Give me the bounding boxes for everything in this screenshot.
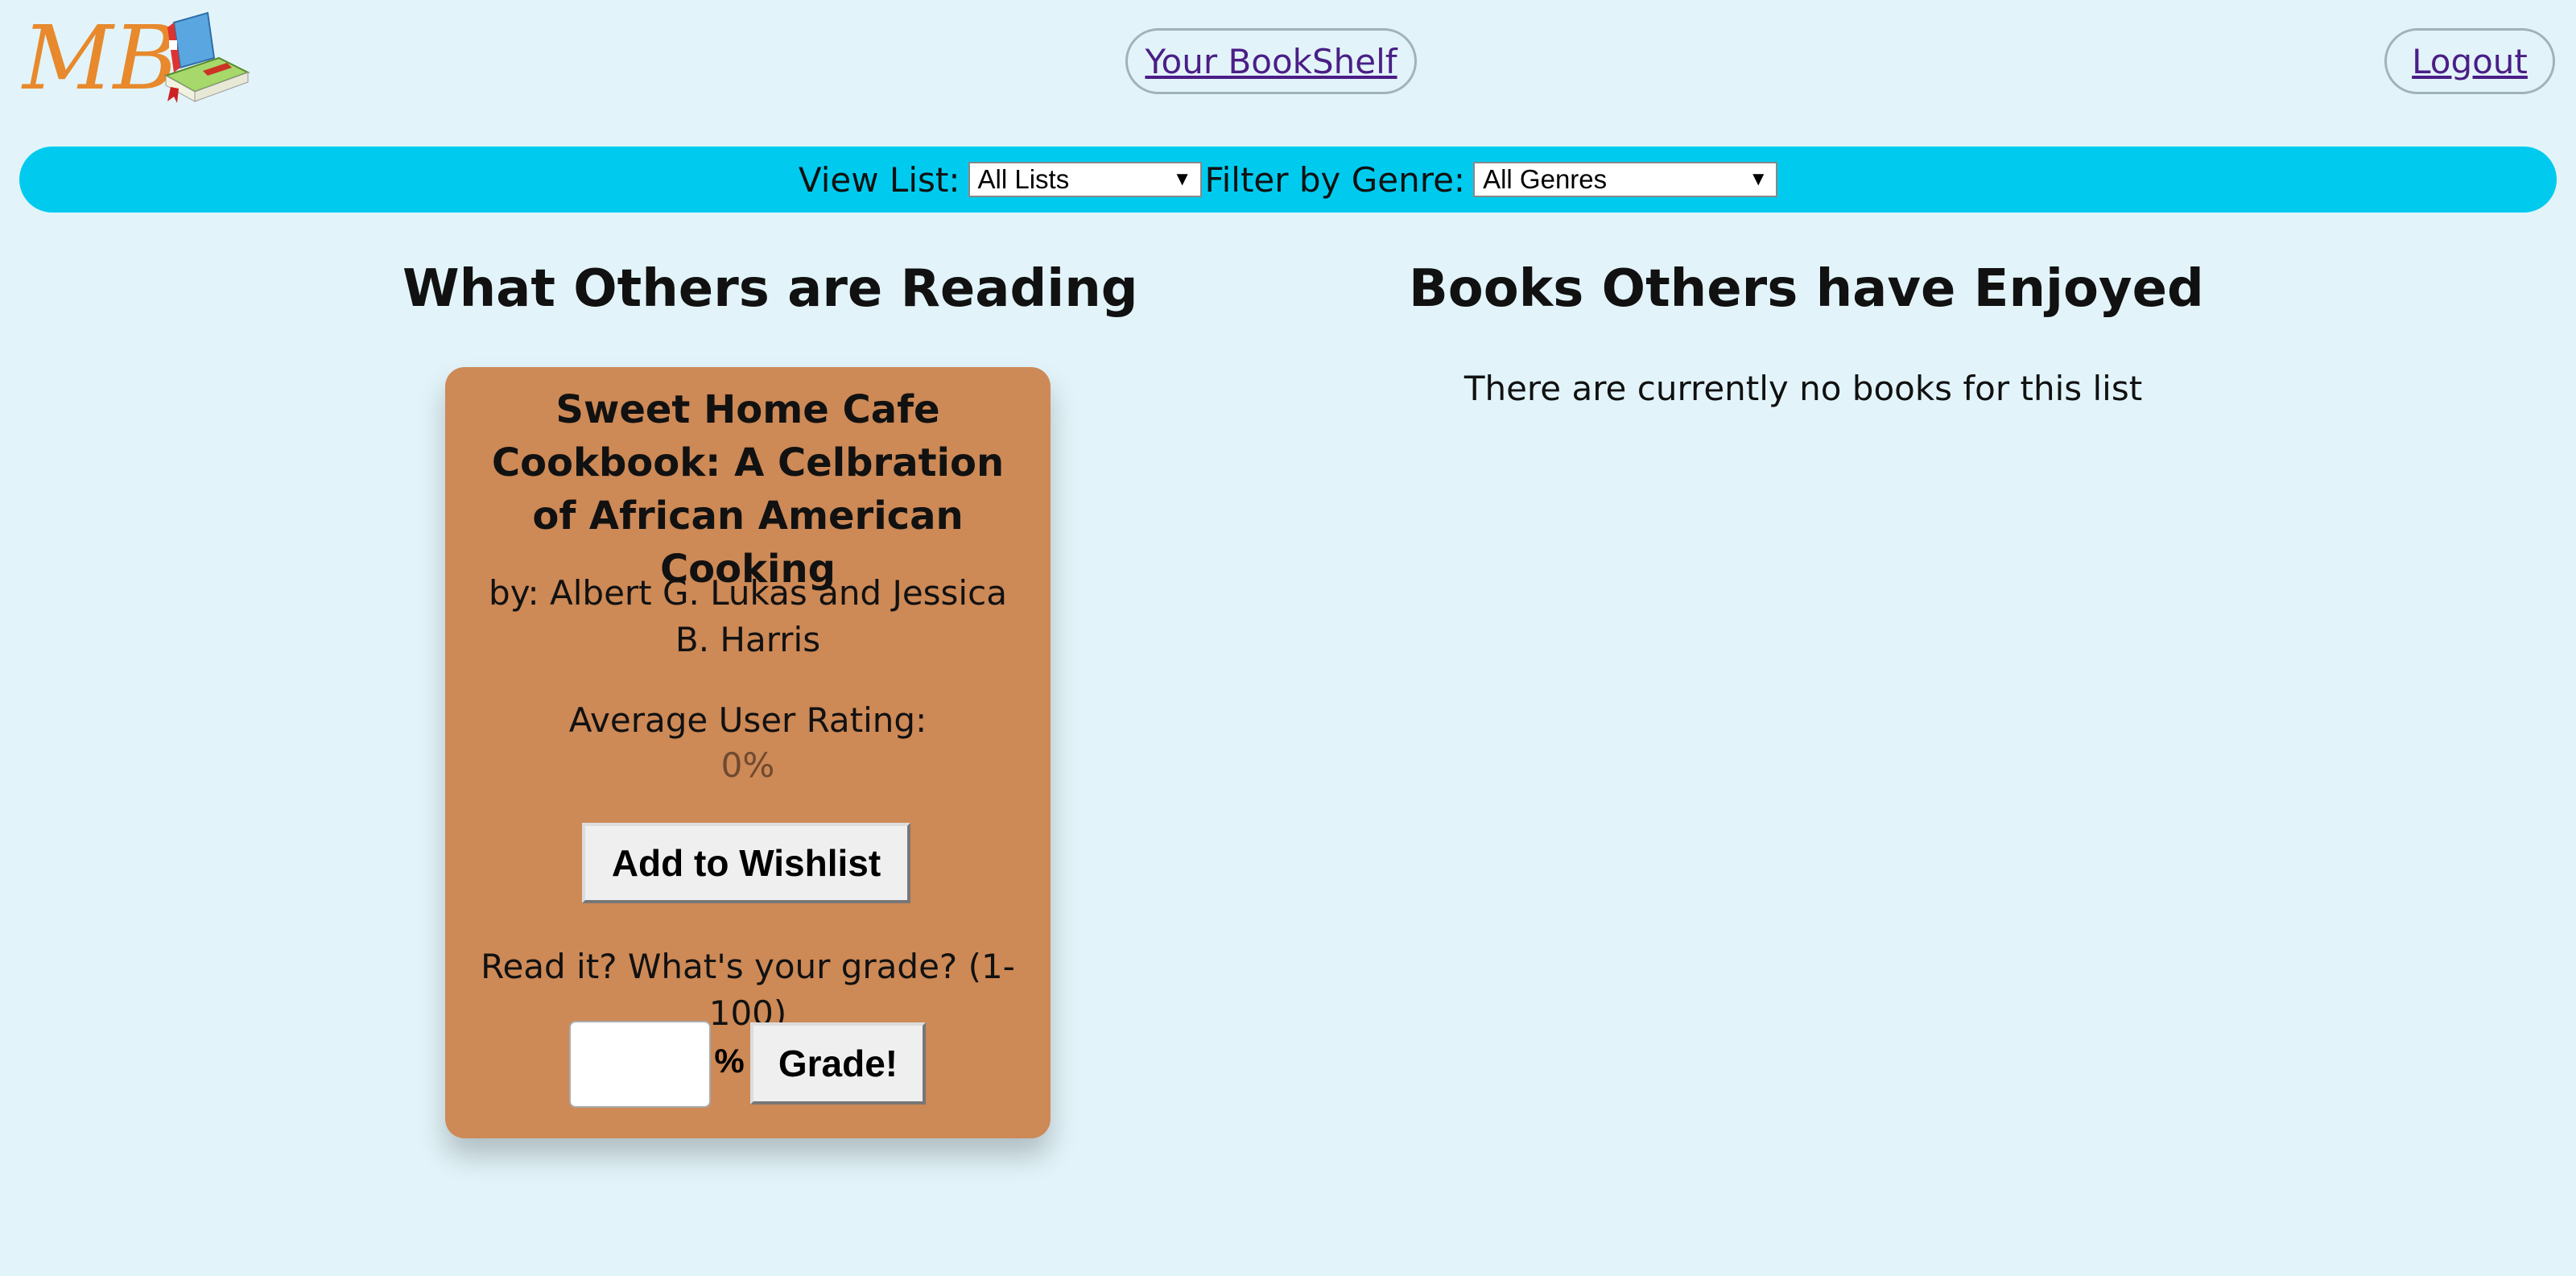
enjoyed-empty-message: There are currently no books for this li…	[1463, 369, 2143, 408]
add-to-wishlist-button[interactable]: Add to Wishlist	[582, 823, 910, 903]
genre-filter-select[interactable]: All Genres ▼	[1473, 162, 1778, 197]
view-list-label: View List:	[798, 159, 960, 200]
average-rating-value: 0%	[720, 745, 775, 785]
grade-prompt: Read it? What's your grade? (1-100)	[481, 947, 1015, 1033]
book-title: Sweet Home Cafe Cookbook: A Celbration o…	[491, 387, 1005, 592]
your-bookshelf-link[interactable]: Your BookShelf	[1125, 28, 1417, 94]
filter-bar: View List: All Lists ▼ Filter by Genre: …	[19, 147, 2557, 213]
book-author: by: Albert G. Lukas and Jessica B. Harri…	[489, 573, 1007, 659]
triangle-down-icon: ▼	[1172, 168, 1192, 190]
logout-link[interactable]: Logout	[2384, 28, 2555, 94]
grade-button[interactable]: Grade!	[750, 1022, 926, 1105]
reading-section-heading: What Others are Reading	[402, 259, 1138, 319]
genre-filter-label: Filter by Genre:	[1204, 159, 1466, 200]
grade-input[interactable]	[569, 1021, 711, 1108]
triangle-down-icon: ▼	[1748, 168, 1769, 190]
enjoyed-section-heading: Books Others have Enjoyed	[1409, 259, 2204, 319]
book-card: Sweet Home Cafe Cookbook: A Celbration o…	[445, 367, 1051, 1138]
view-list-selected-value: All Lists	[977, 164, 1070, 194]
logo-text: MB	[21, 8, 178, 109]
book-stack-icon	[163, 11, 250, 103]
average-rating-label: Average User Rating:	[568, 700, 927, 740]
genre-selected-value: All Genres	[1483, 164, 1608, 194]
percent-label: %	[714, 1042, 745, 1080]
site-logo[interactable]: MB	[21, 8, 254, 113]
view-list-select[interactable]: All Lists ▼	[968, 162, 1202, 197]
